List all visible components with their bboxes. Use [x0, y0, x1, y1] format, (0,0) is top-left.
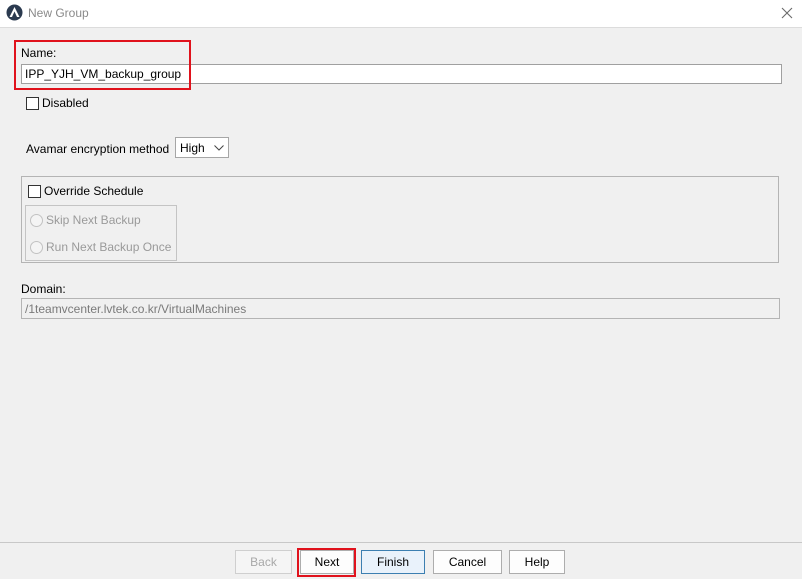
override-schedule-checkbox[interactable] — [28, 185, 41, 198]
title-bar: New Group — [0, 0, 802, 28]
disabled-label: Disabled — [42, 96, 89, 110]
next-highlight-box — [297, 548, 356, 577]
name-highlight-box — [14, 40, 191, 90]
skip-next-backup-radio[interactable] — [30, 214, 43, 227]
encryption-method-value: High — [180, 141, 205, 155]
dialog-content: Name: Disabled Avamar encryption method … — [0, 28, 802, 542]
cancel-button[interactable]: Cancel — [433, 550, 502, 574]
skip-next-backup-label: Skip Next Backup — [46, 213, 141, 227]
domain-label: Domain: — [21, 282, 66, 296]
close-button[interactable] — [772, 0, 802, 27]
run-next-backup-once-label: Run Next Backup Once — [46, 240, 172, 254]
chevron-down-icon — [214, 145, 224, 151]
help-button[interactable]: Help — [509, 550, 565, 574]
close-icon — [781, 7, 793, 19]
encryption-method-label: Avamar encryption method — [26, 142, 170, 156]
domain-field: /1teamvcenter.lvtek.co.kr/VirtualMachine… — [21, 298, 780, 319]
disabled-checkbox[interactable] — [26, 97, 39, 110]
finish-button[interactable]: Finish — [361, 550, 425, 574]
window-title: New Group — [28, 6, 89, 20]
button-bar: Back Next Finish Cancel Help — [0, 542, 802, 579]
avamar-logo-icon — [6, 4, 23, 21]
back-button[interactable]: Back — [235, 550, 292, 574]
run-next-backup-once-radio[interactable] — [30, 241, 43, 254]
encryption-method-select[interactable]: High — [175, 137, 229, 158]
override-schedule-label: Override Schedule — [44, 184, 144, 198]
